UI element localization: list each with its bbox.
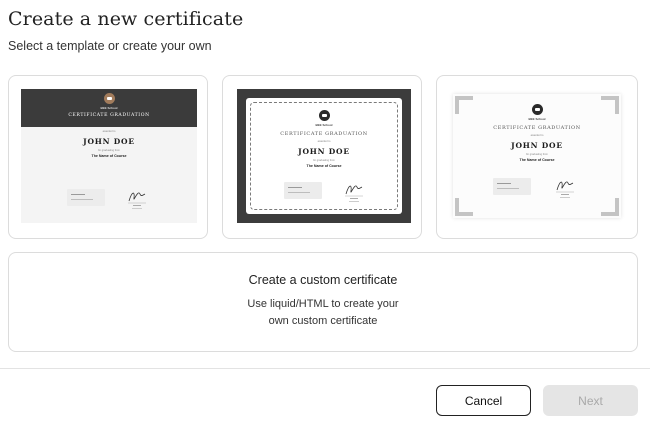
certificate-heading: CERTIFICATE GRADUATION	[280, 131, 368, 137]
date-box	[493, 178, 531, 195]
awarded-text: awarded to	[102, 130, 116, 133]
recipient-name: JOHN DOE	[511, 141, 563, 150]
school-seal-icon	[318, 110, 330, 121]
for-text: for graduating from	[526, 153, 548, 156]
certificate-inner-panel: BEE School CERTIFICATE GRADUATION awarde…	[246, 98, 402, 214]
school-seal-icon	[531, 104, 543, 115]
school-name: BEE School	[315, 123, 333, 127]
template-preview-1: BEE School CERTIFICATE GRADUATION awarde…	[21, 89, 197, 223]
certificate-heading: CERTIFICATE GRADUATION	[493, 125, 581, 131]
custom-certificate-card[interactable]: Create a custom certificate Use liquid/H…	[8, 252, 638, 352]
recipient-name: JOHN DOE	[83, 137, 135, 146]
next-button[interactable]: Next	[543, 385, 638, 416]
course-name: The Name of Course	[91, 154, 127, 158]
recipient-name: JOHN DOE	[298, 147, 350, 156]
school-name: BEE School	[528, 117, 546, 121]
description-line-2: own custom certificate	[268, 315, 378, 327]
custom-certificate-title: Create a custom certificate	[248, 273, 398, 287]
footer-divider	[0, 368, 650, 369]
for-text: for graduating from	[98, 149, 120, 152]
school-name: BEE School	[100, 106, 118, 110]
for-text: for graduating from	[313, 159, 335, 162]
awarded-text: awarded to	[317, 140, 331, 143]
template-card-3[interactable]: BEE School CERTIFICATE GRADUATION awarde…	[436, 75, 638, 239]
course-name: The Name of Course	[519, 158, 555, 162]
certificate-heading: CERTIFICATE GRADUATION	[68, 113, 150, 118]
school-seal-icon	[103, 93, 115, 104]
awarded-text: awarded to	[530, 134, 544, 137]
course-name: The Name of Course	[306, 164, 342, 168]
date-box	[284, 182, 322, 199]
page-title: Create a new certificate	[8, 8, 244, 30]
signature-icon	[342, 178, 366, 204]
signature-icon	[553, 174, 577, 200]
template-preview-3: BEE School CERTIFICATE GRADUATION awarde…	[453, 94, 621, 218]
custom-certificate-description: Use liquid/HTML to create your own custo…	[9, 296, 637, 330]
corner-ornament	[455, 198, 473, 216]
description-line-1: Use liquid/HTML to create your	[247, 298, 399, 310]
template-preview-2: BEE School CERTIFICATE GRADUATION awarde…	[237, 89, 411, 223]
template-card-2[interactable]: BEE School CERTIFICATE GRADUATION awarde…	[222, 75, 422, 239]
date-box	[67, 189, 105, 206]
template-card-1[interactable]: BEE School CERTIFICATE GRADUATION awarde…	[8, 75, 208, 239]
cancel-button[interactable]: Cancel	[436, 385, 531, 416]
signature-icon	[125, 185, 149, 211]
page-subtitle: Select a template or create your own	[8, 39, 212, 53]
corner-ornament	[601, 198, 619, 216]
